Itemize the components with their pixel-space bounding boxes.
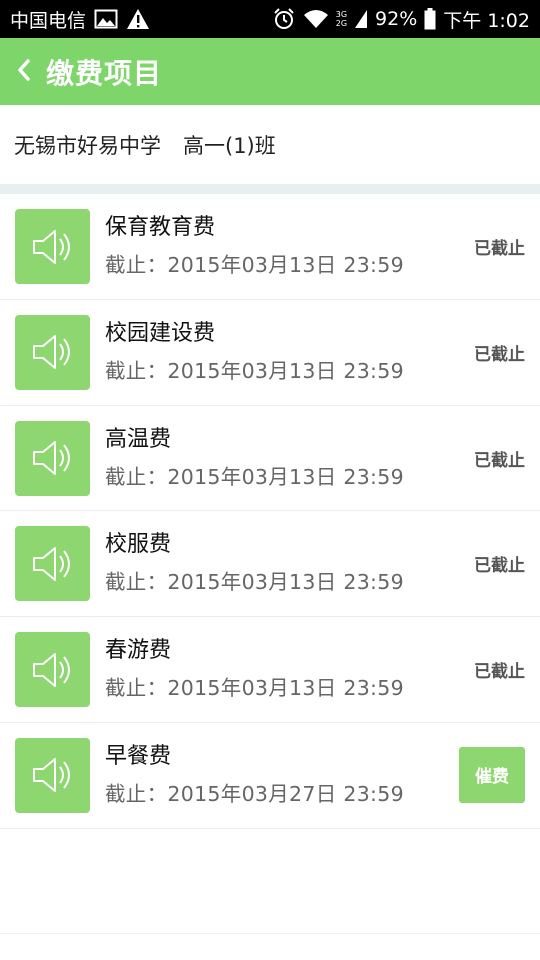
page-title: 缴费项目	[46, 56, 163, 90]
fee-deadline: 截止：2015年03月13日 23:59	[105, 253, 404, 277]
signal-icon	[354, 9, 368, 29]
speaker-icon	[15, 420, 90, 496]
speaker-icon	[15, 209, 90, 284]
fee-deadline: 截止：2015年03月27日 23:59	[105, 781, 404, 806]
fee-item[interactable]: 春游费 截止：2015年03月13日 23:59 已截止	[0, 617, 540, 723]
section-divider	[0, 185, 540, 194]
class-header: 无锡市好易中学 高一(1)班	[0, 105, 540, 185]
status-badge: 已截止	[474, 556, 525, 577]
status-bar: 中国电信 3G 2G 92% 下午 1:02	[0, 0, 540, 38]
fee-item[interactable]: 早餐费 截止：2015年03月27日 23:59 催费	[0, 723, 540, 829]
carrier-label: 中国电信	[10, 9, 87, 32]
battery-icon	[424, 8, 436, 30]
fee-item[interactable]: 保育教育费 截止：2015年03月13日 23:59 已截止	[0, 194, 540, 300]
fee-list: 保育教育费 截止：2015年03月13日 23:59 已截止 校园建设费 截止：…	[0, 194, 540, 829]
fee-name: 春游费	[105, 638, 172, 664]
class-name: 高一(1)班	[183, 133, 276, 158]
back-button[interactable]	[2, 38, 46, 105]
urge-payment-button[interactable]: 催费	[459, 746, 525, 803]
fee-name: 保育教育费	[105, 215, 216, 240]
fee-name: 早餐费	[105, 743, 172, 769]
bottom-divider	[0, 933, 540, 934]
status-badge: 已截止	[474, 344, 525, 365]
speaker-icon	[15, 737, 90, 813]
app-bar: 缴费项目	[0, 38, 540, 105]
image-icon	[94, 9, 118, 29]
fee-deadline: 截止：2015年03月13日 23:59	[105, 676, 404, 701]
status-badge: 已截止	[474, 662, 525, 683]
fee-deadline: 截止：2015年03月13日 23:59	[105, 570, 404, 595]
speaker-icon	[15, 632, 90, 708]
speaker-icon	[15, 314, 90, 390]
wifi-icon	[303, 9, 329, 29]
fee-deadline: 截止：2015年03月13日 23:59	[105, 464, 404, 489]
speaker-icon	[15, 526, 90, 602]
clock-time: 下午 1:02	[443, 9, 530, 32]
status-badge: 已截止	[474, 239, 525, 259]
network-type: 3G 2G	[335, 10, 348, 28]
fee-name: 校园建设费	[105, 320, 216, 346]
alarm-icon	[272, 7, 296, 31]
status-badge: 已截止	[474, 450, 525, 471]
chevron-left-icon	[16, 58, 32, 86]
fee-name: 高温费	[105, 426, 172, 452]
fee-item[interactable]: 校服费 截止：2015年03月13日 23:59 已截止	[0, 511, 540, 618]
fee-deadline: 截止：2015年03月13日 23:59	[105, 358, 404, 383]
fee-name: 校服费	[105, 532, 172, 558]
fee-item[interactable]: 高温费 截止：2015年03月13日 23:59 已截止	[0, 406, 540, 512]
battery-percent: 92%	[375, 8, 418, 30]
warning-icon	[126, 8, 150, 30]
fee-item[interactable]: 校园建设费 截止：2015年03月13日 23:59 已截止	[0, 300, 540, 406]
school-name: 无锡市好易中学	[14, 133, 161, 158]
